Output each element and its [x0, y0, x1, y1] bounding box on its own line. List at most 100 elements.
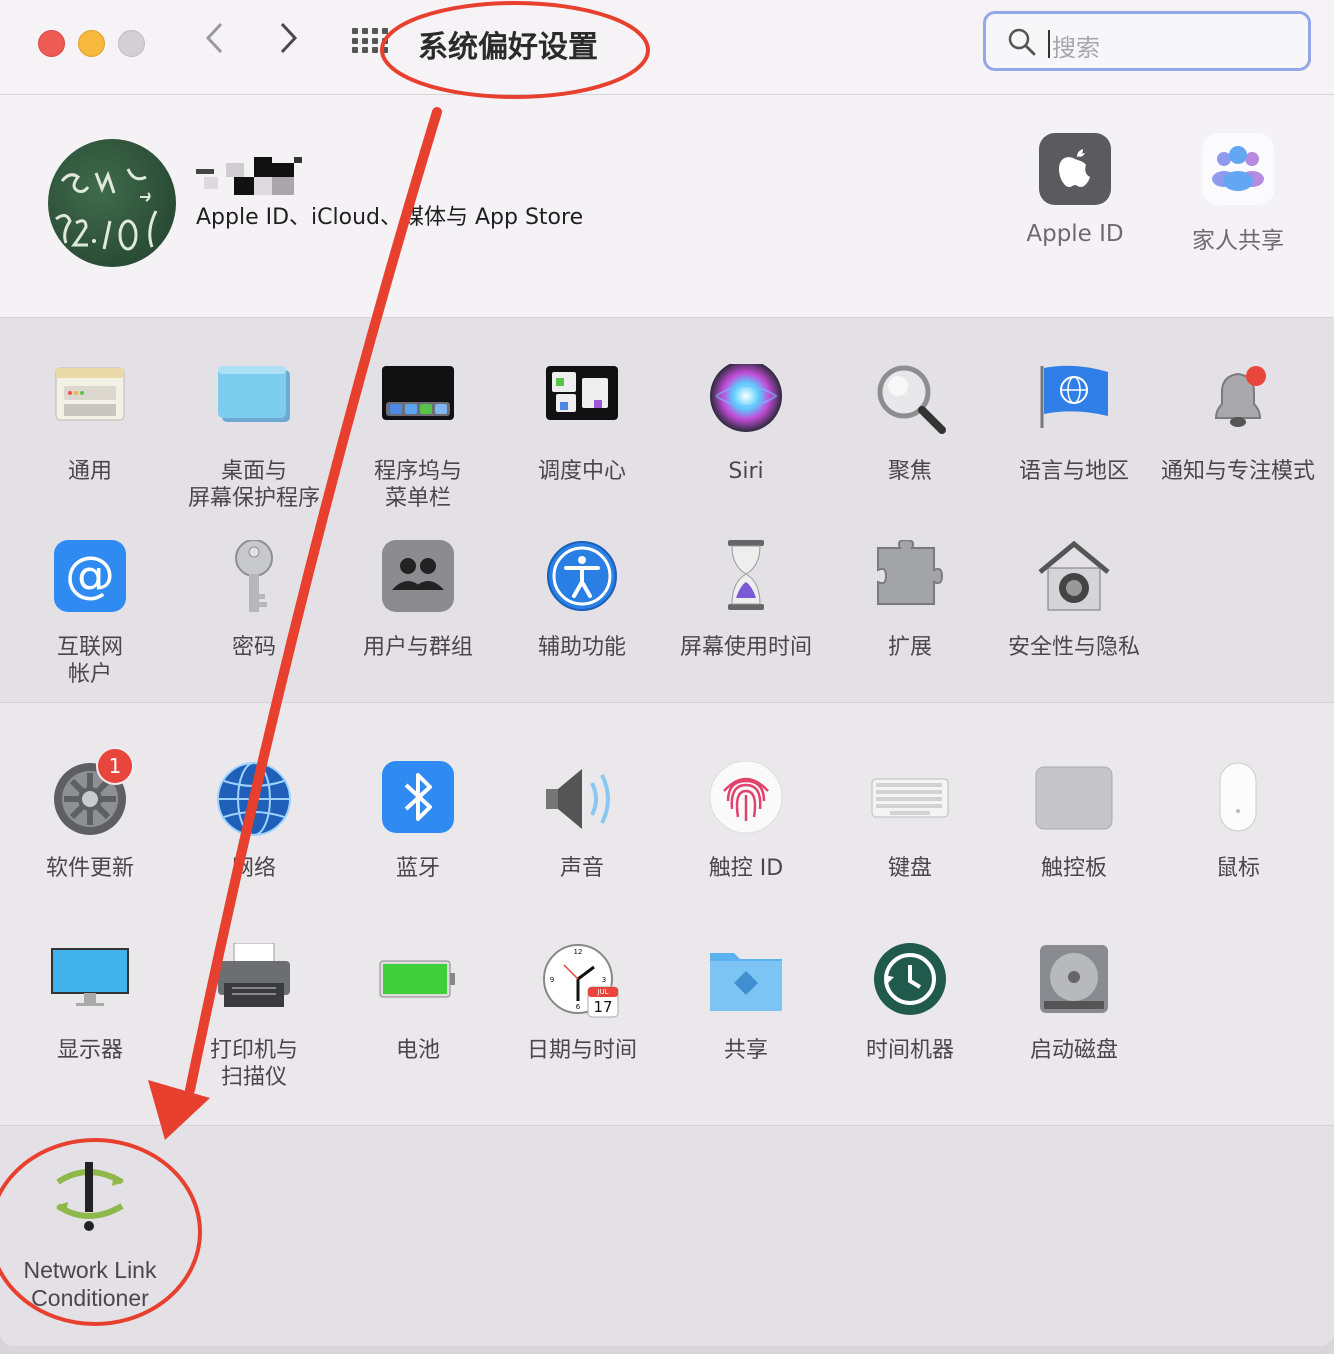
- svg-text:6: 6: [576, 1003, 581, 1011]
- pref-displays-label: 显示器: [56, 1038, 123, 1063]
- pref-date-time-label: 日期与时间: [526, 1038, 637, 1063]
- pref-network-link-conditioner[interactable]: Network Link Conditioner: [8, 1162, 172, 1312]
- pref-general-label: 通用: [67, 459, 112, 484]
- close-window-button[interactable]: [38, 30, 65, 57]
- pref-notifications-label: 通知与专注模式: [1160, 459, 1315, 484]
- pref-battery[interactable]: 电池: [336, 943, 500, 1064]
- key-icon: [214, 539, 294, 620]
- pref-touch-id-label: 触控 ID: [708, 856, 784, 881]
- pref-mouse[interactable]: 鼠标: [1156, 761, 1320, 882]
- pref-keyboard-label: 键盘: [887, 856, 932, 881]
- forward-button[interactable]: [278, 20, 300, 65]
- mouse-icon: [1198, 761, 1278, 841]
- accessibility-icon: [542, 540, 622, 620]
- users-icon: [378, 540, 458, 620]
- family-sharing-pane[interactable]: 家人共享: [1168, 133, 1308, 255]
- clock-icon: 12 3 6 9 JUL 17: [542, 943, 622, 1023]
- pref-date-time[interactable]: 12 3 6 9 JUL 17 日期与时间: [500, 943, 664, 1064]
- pref-touch-id[interactable]: 触控 ID: [664, 760, 828, 882]
- network-link-conditioner-icon: [50, 1162, 130, 1242]
- pref-time-machine[interactable]: 时间机器: [828, 943, 992, 1064]
- chalkboard-photo: [55, 168, 158, 251]
- pref-printers-scanners-label: 打印机与 扫描仪: [209, 1038, 298, 1090]
- pref-internet-accounts[interactable]: @ 互联网 帐户: [8, 540, 172, 688]
- pref-notifications[interactable]: 通知与专注模式: [1156, 364, 1320, 485]
- pref-desktop[interactable]: 桌面与 屏幕保护程序: [172, 364, 336, 512]
- family-sharing-label: 家人共享: [1192, 228, 1284, 254]
- pref-keyboard[interactable]: 键盘: [828, 761, 992, 882]
- time-machine-icon: [870, 943, 950, 1023]
- apple-id-pane[interactable]: Apple ID: [1005, 133, 1145, 247]
- text-cursor: [1048, 30, 1050, 58]
- calendar-month-text: JUL: [597, 988, 609, 996]
- preferences-section-1: 通用 桌面与 屏幕保护程序 程序坞与 菜单栏 调度中心 Siri 聚焦 语言与地…: [0, 318, 1334, 703]
- pref-language-region[interactable]: 语言与地区: [992, 364, 1156, 485]
- back-button[interactable]: [203, 20, 225, 65]
- puzzle-icon: [870, 538, 950, 620]
- pref-spotlight[interactable]: 聚焦: [828, 364, 992, 485]
- pref-startup-disk[interactable]: 启动磁盘: [992, 943, 1156, 1064]
- pref-accessibility[interactable]: 辅助功能: [500, 540, 664, 661]
- general-icon: [50, 364, 130, 444]
- pref-accessibility-label: 辅助功能: [537, 635, 626, 660]
- pref-displays[interactable]: 显示器: [8, 943, 172, 1064]
- disk-icon: [1034, 943, 1114, 1023]
- printer-icon: [214, 942, 294, 1023]
- pref-passwords[interactable]: 密码: [172, 539, 336, 661]
- pref-network[interactable]: 网络: [172, 761, 336, 882]
- display-icon: [50, 943, 130, 1023]
- pref-language-region-label: 语言与地区: [1018, 459, 1129, 484]
- pref-software-update-label: 软件更新: [45, 856, 134, 881]
- show-all-grid-button[interactable]: [352, 28, 388, 54]
- pref-sound[interactable]: 声音: [500, 761, 664, 882]
- pref-siri-label: Siri: [728, 459, 764, 484]
- pref-security-privacy[interactable]: 安全性与隐私: [992, 540, 1156, 661]
- pref-mission-control[interactable]: 调度中心: [500, 364, 664, 485]
- pref-network-link-conditioner-label: Network Link Conditioner: [23, 1257, 157, 1311]
- pref-internet-accounts-label: 互联网 帐户: [56, 635, 123, 687]
- globe-icon: [214, 761, 294, 841]
- desktop-icon: [214, 364, 294, 444]
- pref-extensions-label: 扩展: [887, 635, 932, 660]
- pref-time-machine-label: 时间机器: [865, 1038, 954, 1063]
- house-lock-icon: [1034, 540, 1114, 620]
- svg-text:12: 12: [574, 948, 583, 956]
- pref-trackpad[interactable]: 触控板: [992, 761, 1156, 882]
- pref-mouse-label: 鼠标: [1215, 856, 1260, 881]
- minimize-window-button[interactable]: [78, 30, 105, 57]
- pref-battery-label: 电池: [395, 1038, 440, 1063]
- pref-network-label: 网络: [231, 856, 276, 881]
- svg-text:3: 3: [602, 976, 606, 984]
- pref-siri[interactable]: Siri: [664, 360, 828, 485]
- keyboard-icon: [870, 761, 950, 841]
- system-preferences-window: 系统偏好设置 搜索 Apple ID、iCloud、媒体与 App Store …: [0, 0, 1334, 1346]
- internet-accounts-icon: @: [50, 540, 130, 620]
- pref-dock-label: 程序坞与 菜单栏: [373, 459, 462, 511]
- bluetooth-icon: [378, 761, 458, 841]
- pref-users-groups[interactable]: 用户与群组: [336, 540, 500, 661]
- pref-bluetooth-label: 蓝牙: [395, 856, 440, 881]
- spotlight-icon: [870, 364, 950, 444]
- pref-sharing[interactable]: 共享: [664, 943, 828, 1064]
- zoom-window-button[interactable]: [118, 30, 145, 57]
- window-title: 系统偏好设置: [418, 30, 598, 65]
- avatar[interactable]: [48, 139, 176, 267]
- pref-trackpad-label: 触控板: [1040, 856, 1107, 881]
- mission-control-icon: [542, 364, 622, 444]
- pref-general[interactable]: 通用: [8, 364, 172, 485]
- account-subtitle: Apple ID、iCloud、媒体与 App Store: [196, 205, 584, 230]
- title-bar: 系统偏好设置 搜索: [0, 0, 1334, 95]
- update-count-badge: 1: [96, 747, 134, 785]
- fingerprint-icon: [706, 760, 786, 841]
- pref-dock[interactable]: 程序坞与 菜单栏: [336, 364, 500, 512]
- pref-printers-scanners[interactable]: 打印机与 扫描仪: [172, 942, 336, 1091]
- pref-extensions[interactable]: 扩展: [828, 538, 992, 661]
- battery-icon: [378, 943, 458, 1023]
- search-field[interactable]: 搜索: [983, 11, 1311, 71]
- pref-screen-time[interactable]: 屏幕使用时间: [664, 540, 828, 661]
- pref-bluetooth[interactable]: 蓝牙: [336, 761, 500, 882]
- family-sharing-icon: [1202, 133, 1274, 205]
- pref-software-update[interactable]: 1 软件更新: [8, 747, 172, 882]
- chevron-left-icon: [205, 22, 223, 54]
- gear-icon: 1: [50, 747, 134, 841]
